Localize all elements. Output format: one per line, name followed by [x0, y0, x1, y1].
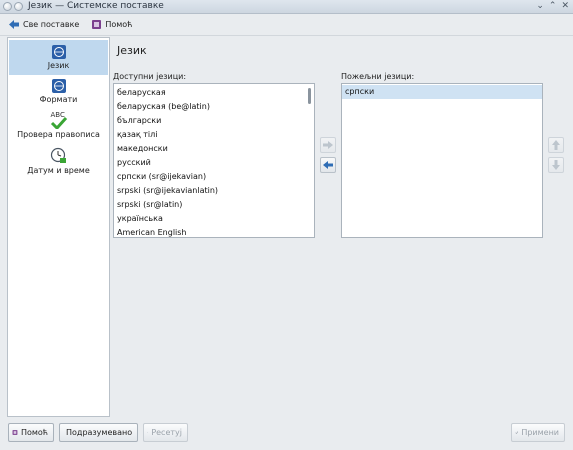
move-up-button[interactable]	[548, 137, 564, 153]
list-item[interactable]: беларуская (be@latin)	[114, 100, 314, 114]
preferred-languages-list[interactable]: српски	[341, 83, 543, 238]
available-languages-list[interactable]: беларуская беларуская (be@latin) български…	[113, 83, 315, 238]
preferred-languages-label: Пожељни језици:	[341, 72, 415, 81]
arrow-up-icon	[552, 140, 560, 150]
defaults-button-label: Подразумевано	[66, 428, 133, 437]
window-titlebar: Језик — Системске поставке ⌄ ⌃ ✕	[0, 0, 573, 14]
reset-icon	[147, 432, 149, 433]
help-book-icon	[92, 20, 102, 29]
sidebar-item-label: Формати	[39, 95, 78, 104]
arrow-left-icon	[323, 161, 333, 169]
move-down-button[interactable]	[548, 157, 564, 173]
minimize-icon[interactable]: ⌄	[536, 2, 544, 11]
checkmark-icon	[50, 117, 67, 129]
sidebar-item-label: Језик	[47, 61, 70, 70]
close-icon[interactable]: ✕	[561, 2, 569, 11]
keep-above-icon[interactable]	[14, 2, 23, 11]
sidebar: Језик Формати ABC Провера правописа Дату…	[7, 37, 110, 417]
apply-button-label: Примени	[521, 428, 559, 437]
list-item[interactable]: русский	[114, 156, 314, 170]
reset-button-label: Ресетуј	[151, 428, 182, 437]
scrollbar-handle[interactable]	[308, 88, 311, 104]
list-item[interactable]: български	[114, 114, 314, 128]
toolbar-help-label: Помоћ	[105, 20, 133, 29]
window-menu[interactable]	[3, 2, 23, 11]
sidebar-item-formats[interactable]: Формати	[9, 78, 108, 108]
list-item[interactable]: American English	[114, 226, 314, 240]
list-item[interactable]: српски (sr@ijekavian)	[114, 170, 314, 184]
help-button-label: Помоћ	[20, 428, 48, 437]
remove-language-button[interactable]	[320, 157, 336, 173]
list-item[interactable]: македонски	[114, 142, 314, 156]
help-button[interactable]: Помоћ	[8, 423, 54, 442]
list-item[interactable]: қазақ тілі	[114, 128, 314, 142]
sidebar-item-language[interactable]: Језик	[9, 40, 108, 75]
apply-button[interactable]: Примени	[511, 423, 565, 442]
window-menu-icon[interactable]	[3, 2, 12, 11]
flag-icon	[51, 79, 66, 93]
all-settings-label: Све поставке	[23, 20, 80, 29]
list-item[interactable]: українська	[114, 212, 314, 226]
help-book-icon	[12, 430, 18, 435]
clock-icon	[50, 147, 66, 163]
defaults-button[interactable]: Подразумевано	[59, 423, 138, 442]
list-item[interactable]: беларуская	[114, 86, 314, 100]
sidebar-item-label: Провера правописа	[17, 130, 100, 139]
list-item[interactable]: srpski (sr@latin)	[114, 198, 314, 212]
apply-check-icon	[515, 431, 519, 435]
page-title: Језик	[117, 44, 147, 57]
list-item[interactable]: srpski (sr@ijekavianlatin)	[114, 184, 314, 198]
add-language-button[interactable]	[320, 137, 336, 153]
sidebar-item-date-time[interactable]: Датум и време	[9, 147, 108, 179]
sidebar-item-label: Датум и време	[27, 166, 90, 175]
sidebar-item-spellcheck[interactable]: ABC Провера правописа	[9, 111, 108, 145]
maximize-icon[interactable]: ⌃	[549, 2, 557, 11]
spellcheck-icon: ABC	[49, 111, 69, 129]
flag-icon	[51, 45, 66, 59]
list-item[interactable]: српски	[342, 85, 542, 99]
back-arrow-icon	[9, 20, 19, 29]
arrow-right-icon	[323, 141, 333, 149]
window-title: Језик — Системске поставке	[28, 1, 164, 11]
toolbar-help-button[interactable]: Помоћ	[91, 19, 132, 30]
toolbar: Све поставке Помоћ	[0, 14, 573, 36]
all-settings-button[interactable]: Све поставке	[9, 19, 79, 30]
reset-button[interactable]: Ресетуј	[143, 423, 188, 442]
available-languages-label: Доступни језици:	[113, 72, 187, 81]
arrow-down-icon	[552, 160, 560, 170]
